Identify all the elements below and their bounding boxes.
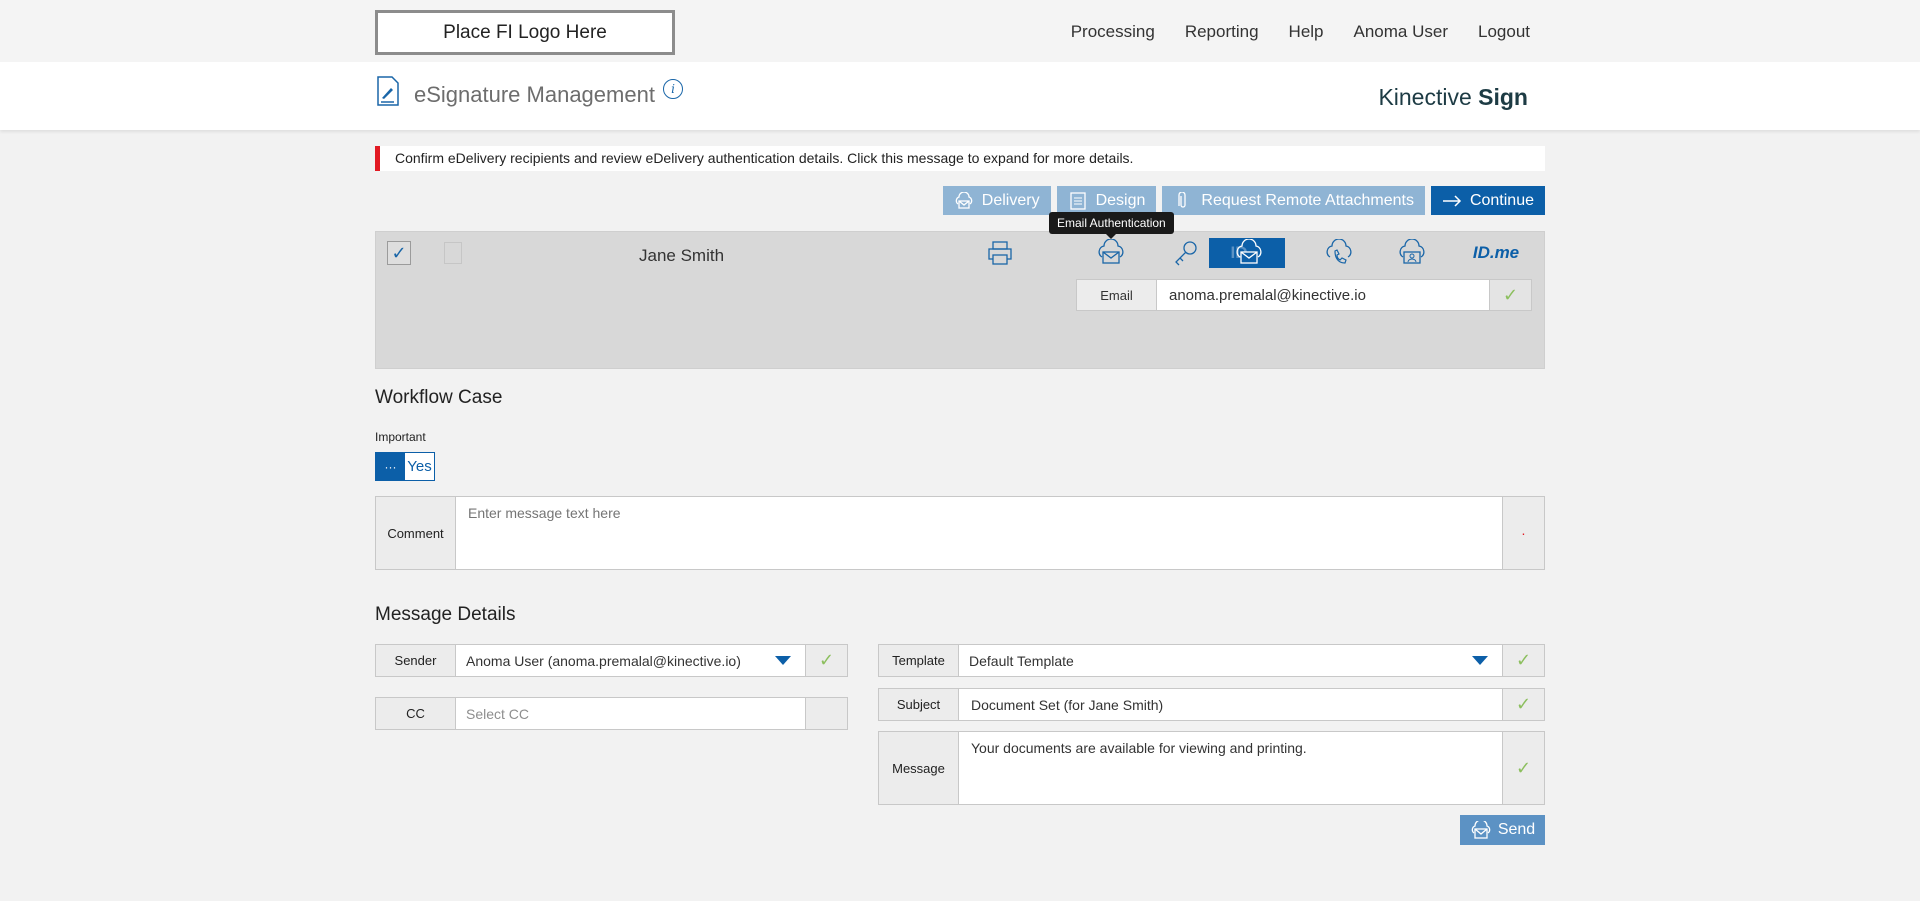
- signed-document-icon: [377, 76, 399, 106]
- send-button-label: Send: [1497, 821, 1536, 838]
- brand-name: Kinective: [1378, 84, 1479, 110]
- recipient-name: Jane Smith: [639, 246, 725, 265]
- idme-label: ID.me: [1472, 243, 1520, 262]
- subject-row: Subject Document Set (for Jane Smith) ✓: [878, 688, 1545, 721]
- printer-icon: [988, 241, 1012, 265]
- required-marker: ·: [1502, 497, 1544, 569]
- design-button[interactable]: Design: [1056, 186, 1157, 215]
- cloud-mail-icon: [1098, 239, 1124, 264]
- message-textarea[interactable]: Your documents are available for viewing…: [959, 732, 1502, 804]
- brand-name-bold: Sign: [1478, 84, 1528, 110]
- template-check-icon: ✓: [1502, 645, 1544, 676]
- cloud-phone-icon: [1326, 239, 1352, 264]
- template-label: Template: [879, 645, 959, 676]
- template-select[interactable]: Default Template: [959, 645, 1502, 676]
- template-value: Default Template: [969, 652, 1074, 669]
- title-bar: eSignature Management i Kinective Sign: [0, 62, 1920, 130]
- main-nav: Processing Reporting Help Anoma User Log…: [1071, 22, 1530, 42]
- workflow-case-heading: Workflow Case: [375, 387, 503, 408]
- cc-label: CC: [376, 698, 456, 729]
- dropdown-caret-icon: [775, 656, 791, 665]
- comment-input[interactable]: [456, 497, 1502, 569]
- delivery-button-label: Delivery: [981, 191, 1040, 209]
- template-row: Template Default Template ✓: [878, 644, 1545, 677]
- cloud-mail-icon: [1236, 239, 1261, 264]
- delivery-button[interactable]: Delivery: [942, 186, 1051, 215]
- nav-processing[interactable]: Processing: [1071, 22, 1155, 42]
- message-details-heading: Message Details: [375, 604, 516, 625]
- toggle-knob: ···: [376, 453, 405, 480]
- subject-label: Subject: [879, 689, 959, 720]
- edelivery-alert[interactable]: Confirm eDelivery recipients and review …: [375, 146, 1545, 171]
- cloud-mail-icon: [1471, 821, 1491, 839]
- subject-input[interactable]: Document Set (for Jane Smith): [959, 689, 1502, 720]
- comment-row: Comment ·: [375, 496, 1545, 570]
- idme-email-option-active[interactable]: ID: [1209, 238, 1285, 268]
- recipient-panel: ✓ Jane Smith Email Authentication ID ID.…: [375, 212, 1545, 369]
- message-row: Message Your documents are available for…: [878, 731, 1545, 805]
- design-document-icon: [1069, 191, 1086, 210]
- fi-logo-placeholder: Place FI Logo Here: [375, 10, 675, 55]
- file-icon: [444, 242, 462, 264]
- recipient-checkbox[interactable]: ✓: [387, 241, 411, 265]
- email-auth-tooltip: Email Authentication: [1049, 212, 1174, 239]
- dropdown-caret-icon: [1472, 656, 1488, 665]
- email-valid-check-icon: ✓: [1489, 280, 1531, 310]
- request-attachments-button[interactable]: Request Remote Attachments: [1162, 186, 1425, 215]
- cloud-id-card-icon: [1399, 239, 1425, 264]
- email-authentication-option[interactable]: [1090, 236, 1132, 270]
- nav-reporting[interactable]: Reporting: [1185, 22, 1259, 42]
- paperclip-icon: [1178, 191, 1187, 208]
- important-toggle[interactable]: ··· Yes: [375, 452, 435, 481]
- sender-check-icon: ✓: [805, 645, 847, 676]
- message-check-icon: ✓: [1502, 732, 1544, 804]
- arrow-right-icon: [1442, 194, 1462, 207]
- action-toolbar: Delivery Design Request Remote Attachmen…: [942, 186, 1545, 215]
- cc-row: CC Select CC: [375, 697, 848, 730]
- identity-authentication-option[interactable]: [1391, 236, 1433, 270]
- cc-input[interactable]: Select CC: [456, 698, 805, 729]
- phone-authentication-option[interactable]: [1318, 236, 1360, 270]
- nav-logout[interactable]: Logout: [1478, 22, 1530, 42]
- sender-select[interactable]: Anoma User (anoma.premalal@kinective.io): [456, 645, 805, 676]
- brand-logo: Kinective Sign: [1378, 84, 1528, 111]
- email-auth-row: Email anoma.premalal@kinective.io ✓: [1076, 279, 1532, 311]
- info-icon[interactable]: i: [663, 79, 683, 99]
- toggle-value: Yes: [405, 453, 434, 480]
- message-label: Message: [879, 732, 959, 804]
- cc-side-cell: [805, 698, 847, 729]
- email-field[interactable]: anoma.premalal@kinective.io: [1157, 280, 1489, 310]
- comment-label: Comment: [376, 497, 456, 569]
- sender-row: Sender Anoma User (anoma.premalal@kinect…: [375, 644, 848, 677]
- nav-user-menu[interactable]: Anoma User: [1354, 22, 1448, 42]
- page-title: eSignature Management: [414, 82, 655, 107]
- send-button[interactable]: Send: [1460, 815, 1545, 845]
- important-label: Important: [375, 430, 426, 444]
- sender-label: Sender: [376, 645, 456, 676]
- cloud-mail-icon: [955, 191, 973, 209]
- key-icon: [1175, 241, 1197, 266]
- continue-button[interactable]: Continue: [1430, 186, 1545, 215]
- request-attachments-label: Request Remote Attachments: [1201, 191, 1414, 209]
- nav-help[interactable]: Help: [1289, 22, 1324, 42]
- design-button-label: Design: [1095, 191, 1146, 209]
- email-label: Email: [1077, 280, 1157, 310]
- key-authentication-option[interactable]: [1165, 236, 1207, 270]
- print-delivery-option[interactable]: [979, 236, 1021, 270]
- idme-option[interactable]: ID.me: [1466, 236, 1526, 270]
- continue-button-label: Continue: [1469, 191, 1534, 209]
- subject-check-icon: ✓: [1502, 689, 1544, 720]
- sender-value: Anoma User (anoma.premalal@kinective.io): [466, 652, 741, 669]
- top-bar: Place FI Logo Here Processing Reporting …: [0, 0, 1920, 62]
